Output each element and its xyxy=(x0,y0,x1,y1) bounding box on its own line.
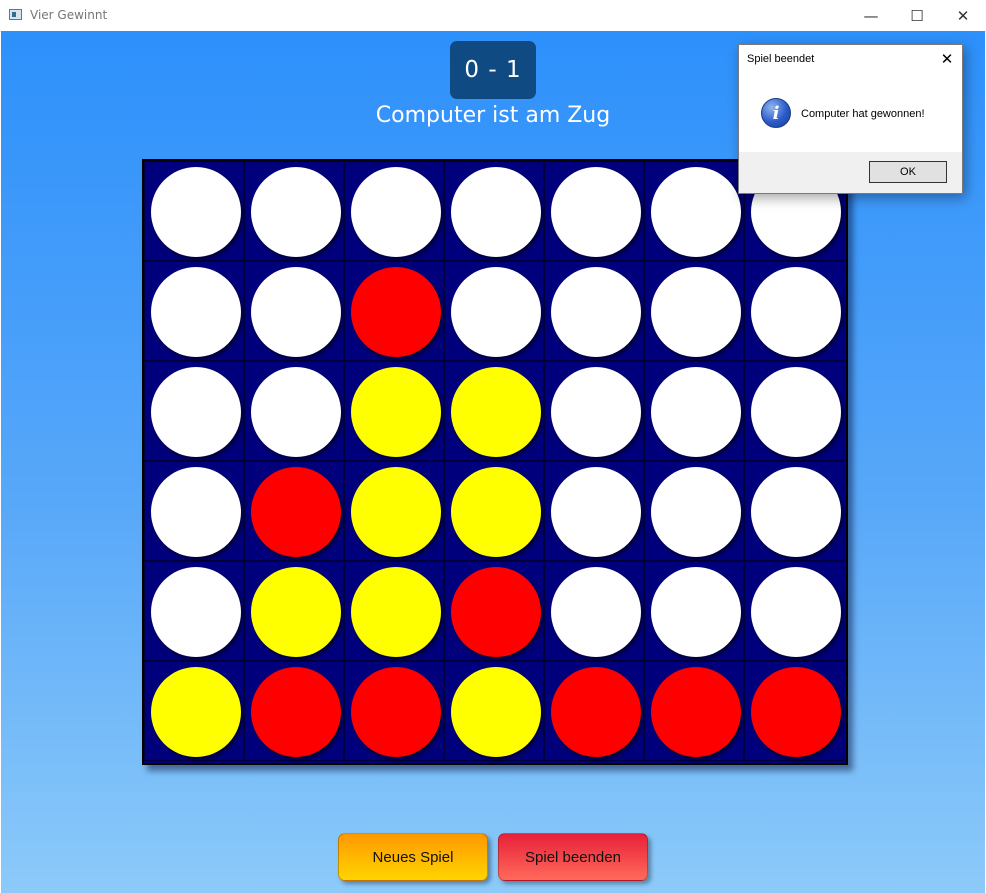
board-cell[interactable] xyxy=(544,661,644,761)
board-cell[interactable] xyxy=(644,161,744,261)
board-cell[interactable] xyxy=(344,561,444,661)
empty-slot xyxy=(251,167,341,257)
empty-slot xyxy=(551,367,641,457)
board-cell[interactable] xyxy=(344,261,444,361)
yellow-disc xyxy=(251,567,341,657)
app-icon xyxy=(9,9,22,20)
board-cell[interactable] xyxy=(544,361,644,461)
dialog-title: Spiel beendet xyxy=(747,53,815,65)
board-cell[interactable] xyxy=(144,461,244,561)
empty-slot xyxy=(151,267,241,357)
empty-slot xyxy=(651,167,741,257)
board-cell[interactable] xyxy=(544,161,644,261)
board-cell[interactable] xyxy=(344,661,444,761)
empty-slot xyxy=(551,267,641,357)
empty-slot xyxy=(151,567,241,657)
yellow-disc xyxy=(451,367,541,457)
board-cell[interactable] xyxy=(444,461,544,561)
new-game-button[interactable]: Neues Spiel xyxy=(338,833,488,881)
dialog-close-icon[interactable]: ✕ xyxy=(934,47,960,71)
board-cell[interactable] xyxy=(444,161,544,261)
red-disc xyxy=(751,667,841,757)
empty-slot xyxy=(551,567,641,657)
board-cell[interactable] xyxy=(144,561,244,661)
yellow-disc xyxy=(351,567,441,657)
empty-slot xyxy=(651,367,741,457)
empty-slot xyxy=(651,267,741,357)
board-cell[interactable] xyxy=(744,561,844,661)
board-cell[interactable] xyxy=(444,261,544,361)
red-disc xyxy=(451,567,541,657)
red-disc xyxy=(651,667,741,757)
empty-slot xyxy=(151,167,241,257)
game-over-dialog: Spiel beendet ✕ i Computer hat gewonnen!… xyxy=(738,44,963,194)
empty-slot xyxy=(151,467,241,557)
empty-slot xyxy=(451,167,541,257)
red-disc xyxy=(551,667,641,757)
yellow-disc xyxy=(351,367,441,457)
board-cell[interactable] xyxy=(144,661,244,761)
empty-slot xyxy=(651,467,741,557)
board-cell[interactable] xyxy=(144,361,244,461)
quit-game-button[interactable]: Spiel beenden xyxy=(498,833,648,881)
empty-slot xyxy=(251,267,341,357)
board-cell[interactable] xyxy=(544,261,644,361)
red-disc xyxy=(251,467,341,557)
board-cell[interactable] xyxy=(144,161,244,261)
board-cell[interactable] xyxy=(644,561,744,661)
empty-slot xyxy=(451,267,541,357)
board-cell[interactable] xyxy=(344,161,444,261)
board-cell[interactable] xyxy=(444,561,544,661)
empty-slot xyxy=(751,367,841,457)
board-cell[interactable] xyxy=(244,661,344,761)
board-cell[interactable] xyxy=(644,261,744,361)
board-cell[interactable] xyxy=(644,461,744,561)
board-cell[interactable] xyxy=(244,161,344,261)
minimize-button[interactable]: — xyxy=(848,0,894,31)
board-cell[interactable] xyxy=(544,561,644,661)
empty-slot xyxy=(351,167,441,257)
board-cell[interactable] xyxy=(344,461,444,561)
red-disc xyxy=(351,267,441,357)
maximize-button[interactable]: ☐ xyxy=(894,0,940,31)
empty-slot xyxy=(651,567,741,657)
dialog-message: Computer hat gewonnen! xyxy=(801,108,925,120)
board-cell[interactable] xyxy=(144,261,244,361)
empty-slot xyxy=(751,267,841,357)
board-cell[interactable] xyxy=(644,661,744,761)
game-board xyxy=(142,159,848,765)
ok-button[interactable]: OK xyxy=(869,161,947,183)
empty-slot xyxy=(551,167,641,257)
empty-slot xyxy=(551,467,641,557)
board-cell[interactable] xyxy=(744,461,844,561)
title-bar: Vier Gewinnt — ☐ ✕ xyxy=(0,0,986,32)
board-cell[interactable] xyxy=(444,361,544,461)
board-cell[interactable] xyxy=(244,361,344,461)
close-window-button[interactable]: ✕ xyxy=(940,0,986,31)
score-display: 0 - 1 xyxy=(450,41,536,99)
info-icon: i xyxy=(761,98,791,128)
board-cell[interactable] xyxy=(244,461,344,561)
red-disc xyxy=(251,667,341,757)
yellow-disc xyxy=(151,667,241,757)
red-disc xyxy=(351,667,441,757)
board-cell[interactable] xyxy=(244,261,344,361)
board-cell[interactable] xyxy=(644,361,744,461)
yellow-disc xyxy=(451,467,541,557)
window-title: Vier Gewinnt xyxy=(30,8,108,22)
board-cell[interactable] xyxy=(244,561,344,661)
board-cell[interactable] xyxy=(744,361,844,461)
empty-slot xyxy=(751,467,841,557)
board-cell[interactable] xyxy=(544,461,644,561)
board-cell[interactable] xyxy=(344,361,444,461)
dialog-footer: OK xyxy=(739,152,962,193)
board-cell[interactable] xyxy=(744,261,844,361)
empty-slot xyxy=(151,367,241,457)
empty-slot xyxy=(751,567,841,657)
empty-slot xyxy=(251,367,341,457)
board-cell[interactable] xyxy=(744,661,844,761)
yellow-disc xyxy=(351,467,441,557)
board-cell[interactable] xyxy=(444,661,544,761)
yellow-disc xyxy=(451,667,541,757)
